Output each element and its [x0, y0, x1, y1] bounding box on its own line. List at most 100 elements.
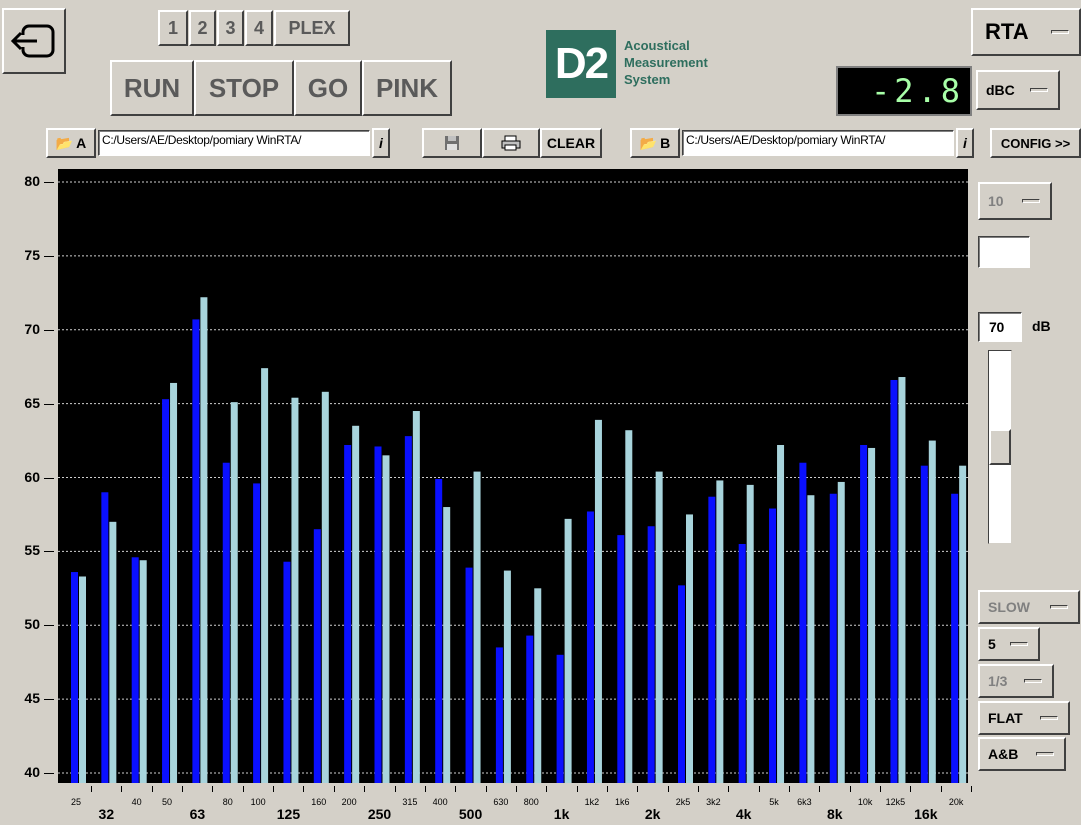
clear-button[interactable]: CLEAR	[540, 128, 602, 158]
stop-button[interactable]: STOP	[194, 60, 294, 116]
bar-b-100	[261, 368, 269, 783]
x-tick-mark	[758, 786, 760, 792]
bar-b-1k	[564, 518, 572, 783]
bar-b-12k5	[898, 377, 906, 783]
bar-b-16k	[928, 440, 936, 783]
display-value: A&B	[988, 746, 1019, 762]
x-tick-mark	[91, 786, 92, 792]
exit-button[interactable]	[2, 8, 66, 74]
x-tick-label: 125	[276, 806, 301, 822]
averaging-dropdown[interactable]: 5	[978, 627, 1040, 661]
bar-a-100	[253, 483, 261, 783]
x-tick-label: 100	[250, 797, 266, 807]
reference-slider-track[interactable]	[988, 350, 1012, 544]
dropdown-arrow-icon	[1050, 605, 1068, 609]
y-tick-mark	[44, 773, 54, 774]
bar-b-200	[352, 425, 360, 783]
x-tick-mark	[940, 786, 942, 792]
bar-a-200	[344, 444, 352, 783]
save-button[interactable]	[422, 128, 482, 158]
reference-unit-label: dB	[1032, 318, 1051, 334]
dropdown-arrow-icon	[1030, 88, 1048, 92]
x-tick-label: 6k3	[797, 797, 812, 807]
bar-a-630	[495, 647, 503, 783]
bar-a-400	[435, 478, 443, 783]
unit-value: dBC	[986, 82, 1015, 98]
channel-3-button[interactable]: 3	[217, 10, 244, 46]
bar-b-2k	[655, 471, 663, 783]
config-button[interactable]: CONFIG >>	[990, 128, 1081, 158]
bar-a-250	[374, 446, 382, 783]
x-tick-label: 500	[458, 806, 483, 822]
print-button[interactable]	[482, 128, 540, 158]
x-tick-mark	[242, 786, 244, 792]
mode-dropdown[interactable]: RTA	[971, 8, 1081, 56]
x-tick-mark	[849, 786, 851, 792]
bandwidth-dropdown[interactable]: 1/3	[978, 664, 1054, 698]
x-tick-label: 630	[493, 797, 509, 807]
marker-field[interactable]	[978, 236, 1030, 268]
x-tick-mark	[576, 786, 578, 792]
bar-a-5k	[769, 508, 777, 783]
y-tick-label: 60	[24, 468, 40, 485]
file-a-path-field[interactable]: C:/Users/AE/Desktop/pomiary WinRTA/	[98, 130, 370, 156]
exit-icon	[9, 24, 55, 58]
x-tick-mark	[667, 786, 669, 792]
save-icon	[445, 136, 459, 150]
x-tick-label: 10k	[857, 797, 873, 807]
bar-b-80	[230, 402, 238, 783]
x-tick-label: 50	[162, 797, 173, 807]
y-tick-label: 70	[24, 320, 40, 337]
plex-button[interactable]: PLEX	[274, 10, 350, 46]
weighting-unit-dropdown[interactable]: dBC	[976, 70, 1060, 110]
x-tick-label: 800	[523, 797, 539, 807]
file-b-info-button[interactable]: i	[956, 128, 974, 158]
channel-4-button[interactable]: 4	[245, 10, 273, 46]
go-button[interactable]: GO	[294, 60, 362, 116]
weighting-value: FLAT	[988, 710, 1023, 726]
weighting-dropdown[interactable]: FLAT	[978, 701, 1070, 735]
x-tick-mark	[424, 786, 426, 792]
file-b-path-field[interactable]: C:/Users/AE/Desktop/pomiary WinRTA/	[682, 130, 954, 156]
channel-1-button[interactable]: 1	[158, 10, 188, 46]
y-tick-label: 50	[24, 616, 40, 633]
open-file-b-button[interactable]: 📂 B	[630, 128, 680, 158]
bar-a-50	[162, 399, 170, 783]
logo: D2	[546, 30, 616, 98]
y-tick-mark	[44, 329, 54, 331]
x-tick-label: 1k2	[584, 797, 600, 807]
x-tick-label: 160	[311, 797, 327, 807]
bar-b-20k	[959, 465, 967, 783]
display-dropdown[interactable]: A&B	[978, 737, 1066, 771]
x-tick-label: 12k5	[885, 797, 906, 807]
x-tick-label: 4k	[735, 806, 752, 822]
speed-value: SLOW	[988, 599, 1030, 615]
bar-b-63	[200, 297, 208, 783]
channel-2-button[interactable]: 2	[189, 10, 216, 46]
bar-a-1k6	[617, 535, 625, 783]
bar-b-250	[382, 455, 390, 783]
bar-a-4k	[738, 543, 746, 783]
y-tick-label: 80	[24, 173, 40, 189]
x-tick-mark	[971, 786, 973, 792]
x-tick-label: 80	[222, 797, 233, 807]
range-dropdown[interactable]: 10	[978, 182, 1052, 220]
bar-a-125	[283, 561, 291, 783]
x-tick-label: 63	[189, 806, 206, 822]
dropdown-arrow-icon	[1040, 716, 1058, 720]
y-tick-mark	[44, 551, 54, 553]
reference-slider-thumb[interactable]	[989, 429, 1011, 465]
open-file-a-button[interactable]: 📂 A	[46, 128, 96, 158]
pink-noise-button[interactable]: PINK	[362, 60, 452, 116]
bar-a-16k	[920, 465, 928, 783]
y-tick-mark	[44, 625, 54, 627]
x-tick-mark	[333, 786, 335, 792]
bar-a-160	[313, 529, 321, 783]
run-button[interactable]: RUN	[110, 60, 194, 116]
bar-a-2k5	[678, 585, 685, 783]
speed-dropdown[interactable]: SLOW	[978, 590, 1080, 624]
range-value: 10	[988, 193, 1004, 209]
file-a-info-button[interactable]: i	[372, 128, 390, 158]
x-tick-label: 250	[367, 806, 392, 822]
reference-level-field[interactable]: 70	[978, 312, 1022, 342]
